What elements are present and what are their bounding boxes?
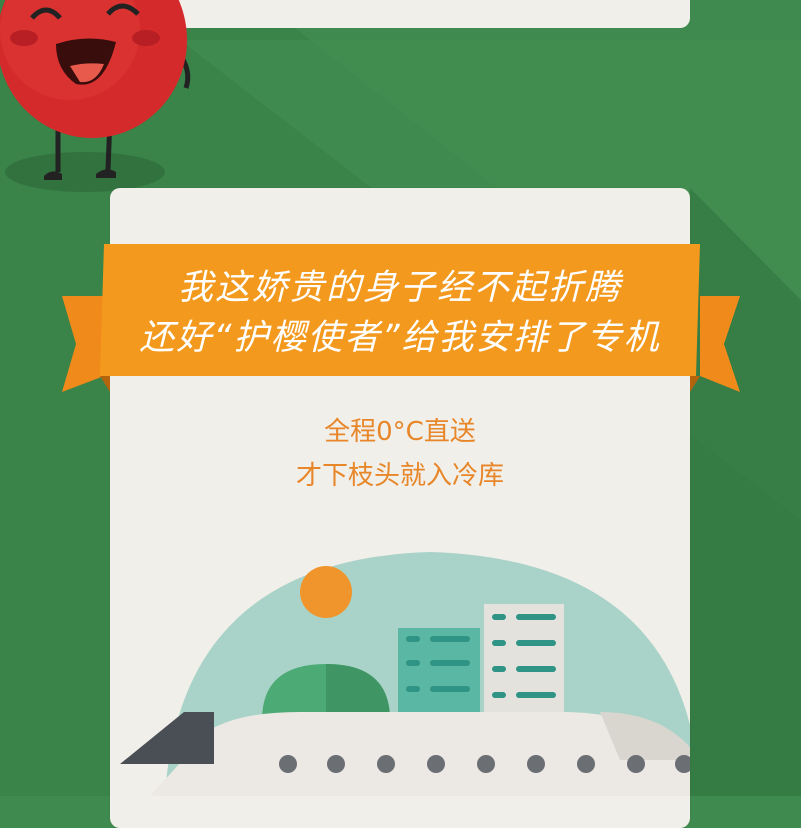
headline-line-1: 我这娇贵的身子经不起折腾 [177, 268, 622, 308]
headline-line-2: 还好“护樱使者”给我安排了专机 [139, 318, 661, 358]
headline-ribbon [62, 244, 740, 392]
subtext-line-1: 全程0°C直送 [324, 417, 476, 447]
subtext-line-2: 才下枝头就入冷库 [295, 461, 504, 491]
